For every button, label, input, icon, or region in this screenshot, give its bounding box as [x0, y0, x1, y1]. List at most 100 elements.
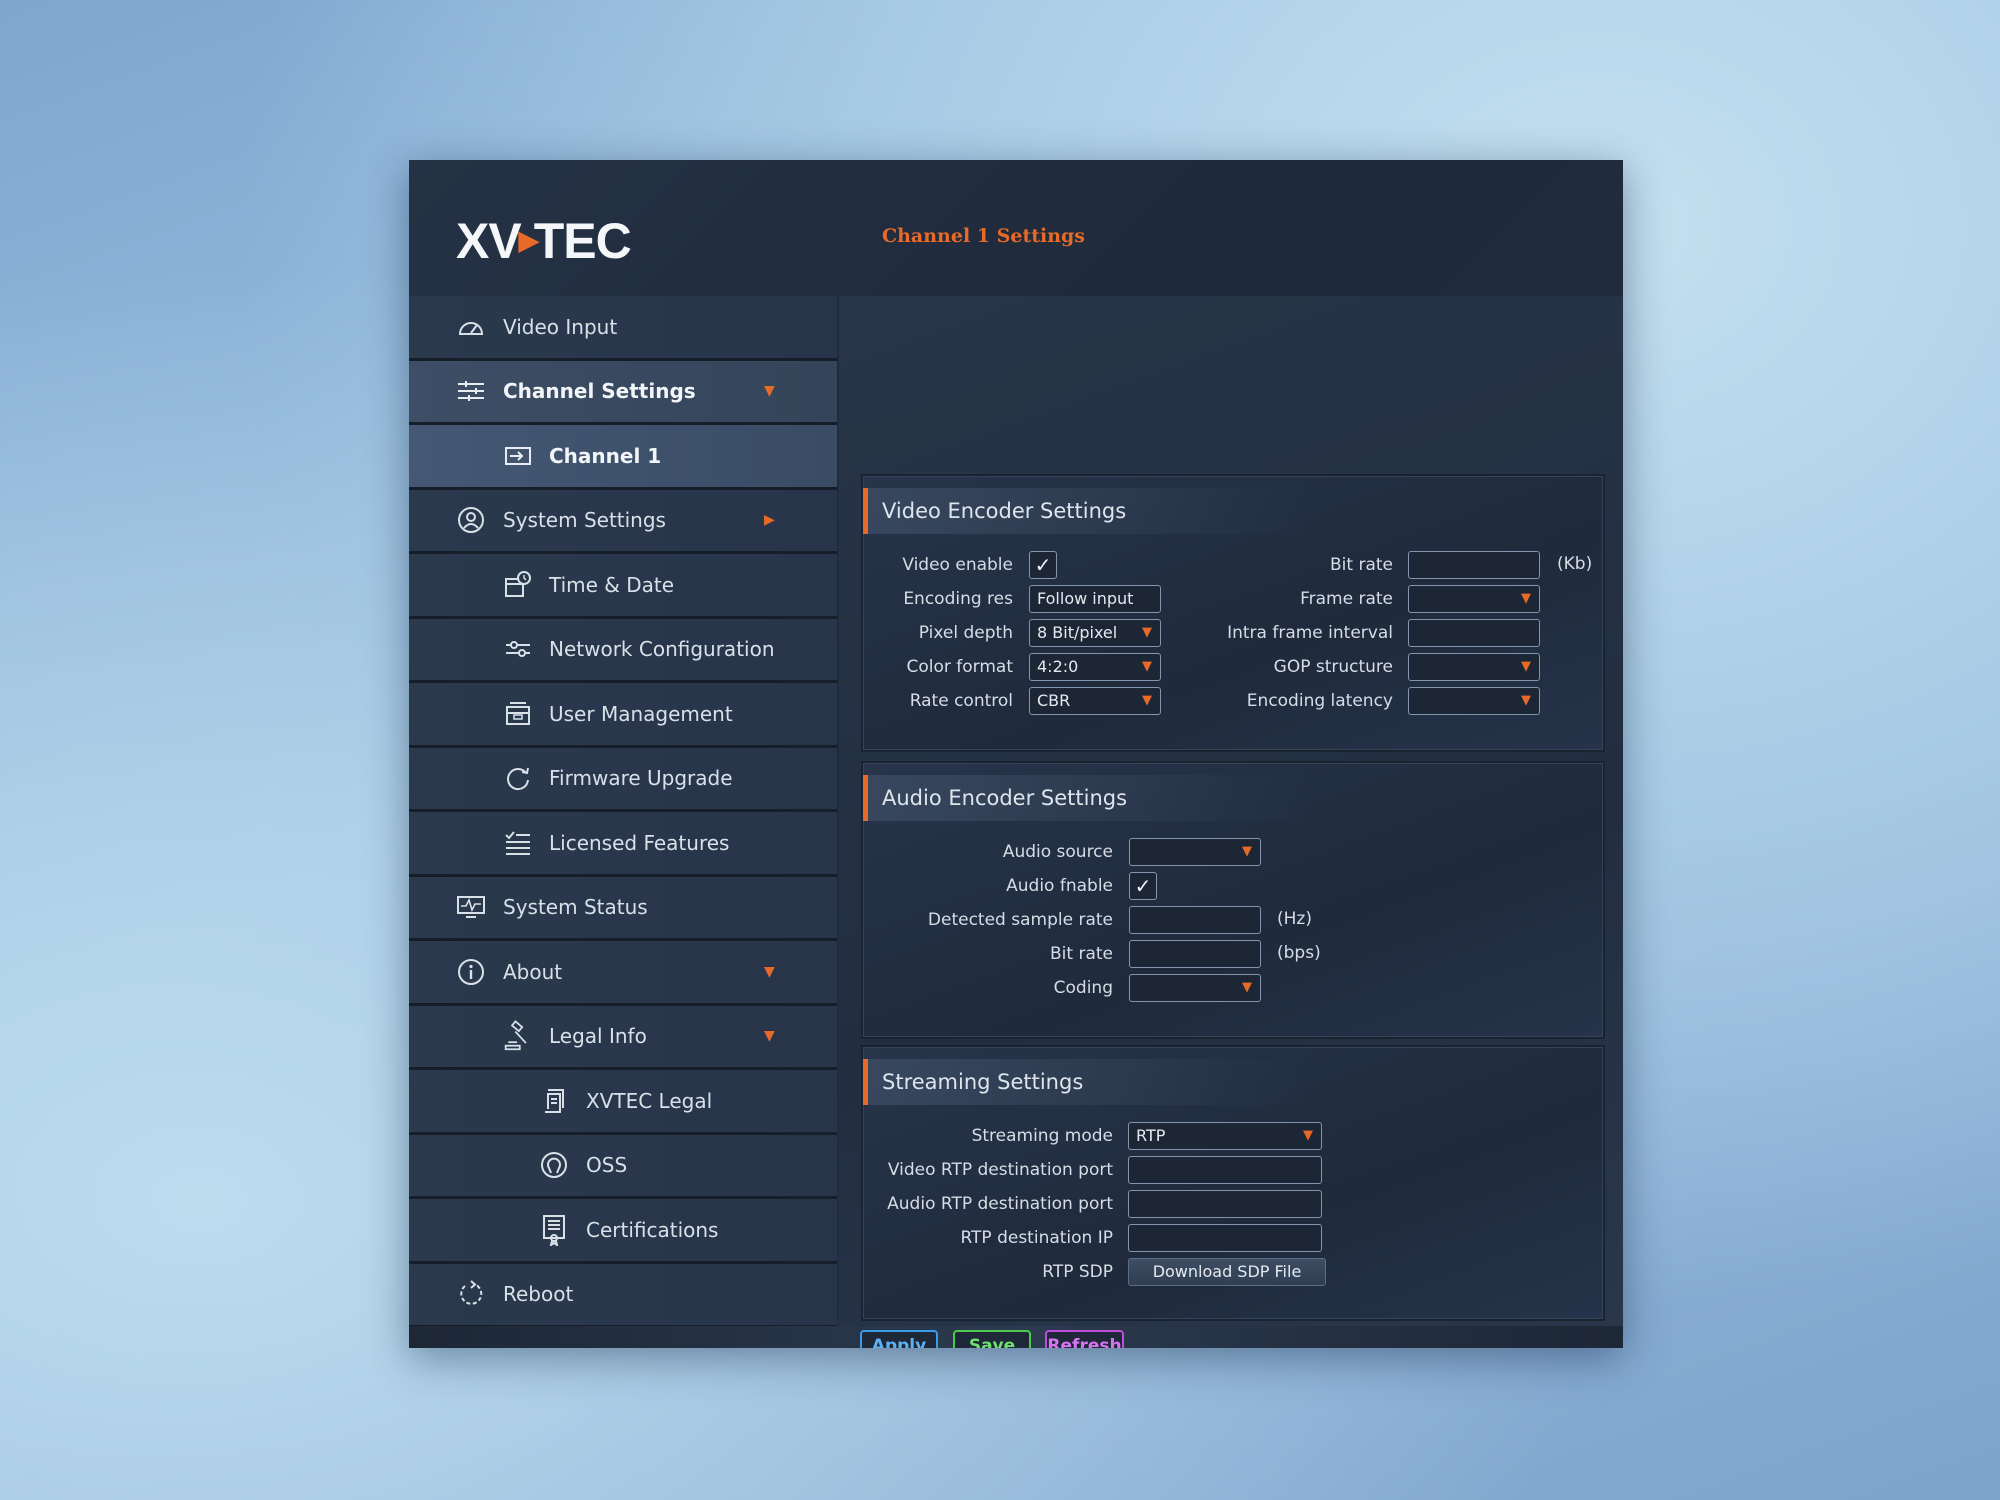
user-circle-icon: [456, 505, 486, 535]
detected-sample-rate-field: [1129, 906, 1261, 934]
sidebar-item-label: OSS: [586, 1153, 628, 1178]
sidebar-item-label: XVTEC Legal: [586, 1088, 713, 1113]
chevron-down-icon: ▼: [764, 1028, 775, 1045]
video-enable-checkbox[interactable]: ✓: [1029, 551, 1057, 579]
pixel-depth-label: Pixel depth: [918, 623, 1013, 643]
pixel-depth-value: 8 Bit/pixel: [1037, 623, 1118, 642]
sidebar-item-label: Legal Info: [549, 1024, 647, 1049]
coding-select[interactable]: ▼: [1129, 974, 1261, 1002]
color-format-select[interactable]: 4:2:0 ▼: [1029, 653, 1161, 681]
video-enable-label: Video enable: [902, 555, 1013, 575]
sidebar-item-system-status[interactable]: System Status: [409, 876, 837, 941]
chevron-down-icon: ▼: [764, 383, 775, 400]
intra-frame-interval-input[interactable]: [1408, 619, 1540, 647]
gavel-icon: [503, 1020, 533, 1051]
streaming-mode-label: Streaming mode: [971, 1126, 1113, 1146]
panel-title: Streaming Settings: [863, 1059, 1603, 1105]
sidebar-item-user-management[interactable]: User Management: [409, 683, 837, 748]
rtp-sdp-label: RTP SDP: [1042, 1262, 1113, 1282]
sidebar-item-label: System Settings: [503, 508, 666, 533]
frame-rate-select[interactable]: ▼: [1408, 585, 1540, 613]
chevron-down-icon: ▼: [1521, 693, 1531, 708]
sidebar-item-system-settings[interactable]: System Settings ▶: [409, 489, 837, 554]
sidebar-item-channel-settings[interactable]: Channel Settings ▼: [409, 360, 837, 425]
sidebar-item-licensed-features[interactable]: Licensed Features: [409, 812, 837, 877]
refresh-icon: [503, 763, 533, 793]
video-rtp-port-label: Video RTP destination port: [887, 1160, 1113, 1180]
id-card-icon: [503, 699, 533, 729]
sidebar-item-label: About: [503, 959, 563, 984]
sliders-icon: [456, 376, 486, 406]
intra-frame-interval-label: Intra frame interval: [1227, 623, 1393, 643]
sidebar-item-label: Video Input: [503, 314, 618, 339]
chevron-down-icon: ▼: [1242, 980, 1252, 995]
sidebar-item-oss[interactable]: OSS: [409, 1134, 837, 1199]
sidebar-item-label: Licensed Features: [549, 830, 730, 855]
save-button[interactable]: Save: [953, 1330, 1031, 1348]
audio-bit-rate-label: Bit rate: [1050, 944, 1113, 964]
logo-triangle-icon: ▶: [518, 225, 539, 256]
sidebar-item-label: Certifications: [586, 1217, 719, 1242]
sidebar-item-label: Channel Settings: [503, 379, 696, 404]
chevron-down-icon: ▼: [1521, 659, 1531, 674]
apply-button[interactable]: Apply: [860, 1330, 938, 1348]
frame-rate-label: Frame rate: [1300, 589, 1393, 609]
encoding-latency-select[interactable]: ▼: [1408, 687, 1540, 715]
sidebar-item-xvtec-legal[interactable]: XVTEC Legal: [409, 1070, 837, 1135]
gop-structure-select[interactable]: ▼: [1408, 653, 1540, 681]
monitor-pulse-icon: [456, 892, 486, 922]
sidebar-item-label: Time & Date: [549, 572, 675, 597]
sidebar-item-label: Network Configuration: [549, 637, 775, 662]
panel-title: Video Encoder Settings: [863, 488, 1603, 534]
input-icon: [503, 441, 533, 471]
audio-enable-label: Audio fnable: [1006, 876, 1113, 896]
audio-bit-rate-input[interactable]: [1129, 940, 1261, 968]
chevron-down-icon: ▼: [1242, 844, 1252, 859]
sidebar-item-certifications[interactable]: Certifications: [409, 1199, 837, 1264]
reboot-icon: [456, 1279, 486, 1309]
audio-encoder-panel: Audio Encoder Settings Audio source ▼ Au…: [861, 761, 1605, 1039]
rate-control-select[interactable]: CBR ▼: [1029, 687, 1161, 715]
sidebar-item-time-date[interactable]: Time & Date: [409, 554, 837, 619]
sidebar-item-video-input[interactable]: Video Input: [409, 296, 837, 361]
audio-enable-checkbox[interactable]: ✓: [1129, 872, 1157, 900]
streaming-mode-select[interactable]: RTP ▼: [1128, 1122, 1322, 1150]
streaming-panel: Streaming Settings Streaming mode RTP ▼ V…: [861, 1045, 1605, 1321]
gauge-icon: [456, 312, 486, 342]
network-sliders-icon: [503, 634, 533, 664]
color-format-label: Color format: [906, 657, 1013, 677]
info-icon: [456, 957, 486, 987]
sidebar-item-about[interactable]: About ▼: [409, 941, 837, 1006]
checklist-icon: [503, 828, 533, 858]
sidebar-item-label: Firmware Upgrade: [549, 766, 733, 791]
refresh-button[interactable]: Refresh: [1045, 1330, 1124, 1348]
scroll-icon: [539, 1086, 569, 1116]
rtp-destination-ip-input[interactable]: [1128, 1224, 1322, 1252]
logo: XV▶TEC: [456, 213, 632, 269]
encoding-res-label: Encoding res: [903, 589, 1013, 609]
bit-rate-input[interactable]: [1408, 551, 1540, 579]
sidebar-item-channel-1[interactable]: Channel 1: [409, 425, 837, 490]
audio-rtp-port-input[interactable]: [1128, 1190, 1322, 1218]
rtp-destination-ip-label: RTP destination IP: [960, 1228, 1113, 1248]
audio-source-label: Audio source: [1002, 842, 1113, 862]
bit-rate-label: Bit rate: [1330, 555, 1393, 575]
audio-source-select[interactable]: ▼: [1129, 838, 1261, 866]
sidebar-item-reboot[interactable]: Reboot: [409, 1263, 837, 1328]
sidebar-item-label: User Management: [549, 701, 733, 726]
sidebar-item-legal-info[interactable]: Legal Info ▼: [409, 1005, 837, 1070]
video-encoder-panel: Video Encoder Settings Video enable ✓ En…: [861, 474, 1605, 752]
app-window: XV▶TEC Channel 1 Settings Video Input Ch…: [409, 160, 1623, 1348]
chevron-down-icon: ▼: [764, 963, 775, 980]
page-title: Channel 1 Settings: [882, 225, 1086, 247]
header: XV▶TEC Channel 1 Settings: [409, 160, 1623, 296]
pixel-depth-select[interactable]: 8 Bit/pixel ▼: [1029, 619, 1161, 647]
bit-rate-unit: (Kb): [1557, 554, 1593, 574]
audio-bit-rate-unit: (bps): [1277, 943, 1321, 963]
sidebar-item-firmware-upgrade[interactable]: Firmware Upgrade: [409, 747, 837, 812]
encoding-res-field[interactable]: Follow input: [1029, 585, 1161, 613]
sidebar-item-network-configuration[interactable]: Network Configuration: [409, 618, 837, 683]
download-sdp-button[interactable]: Download SDP File: [1128, 1258, 1326, 1286]
certificate-icon: [539, 1214, 569, 1246]
video-rtp-port-input[interactable]: [1128, 1156, 1322, 1184]
